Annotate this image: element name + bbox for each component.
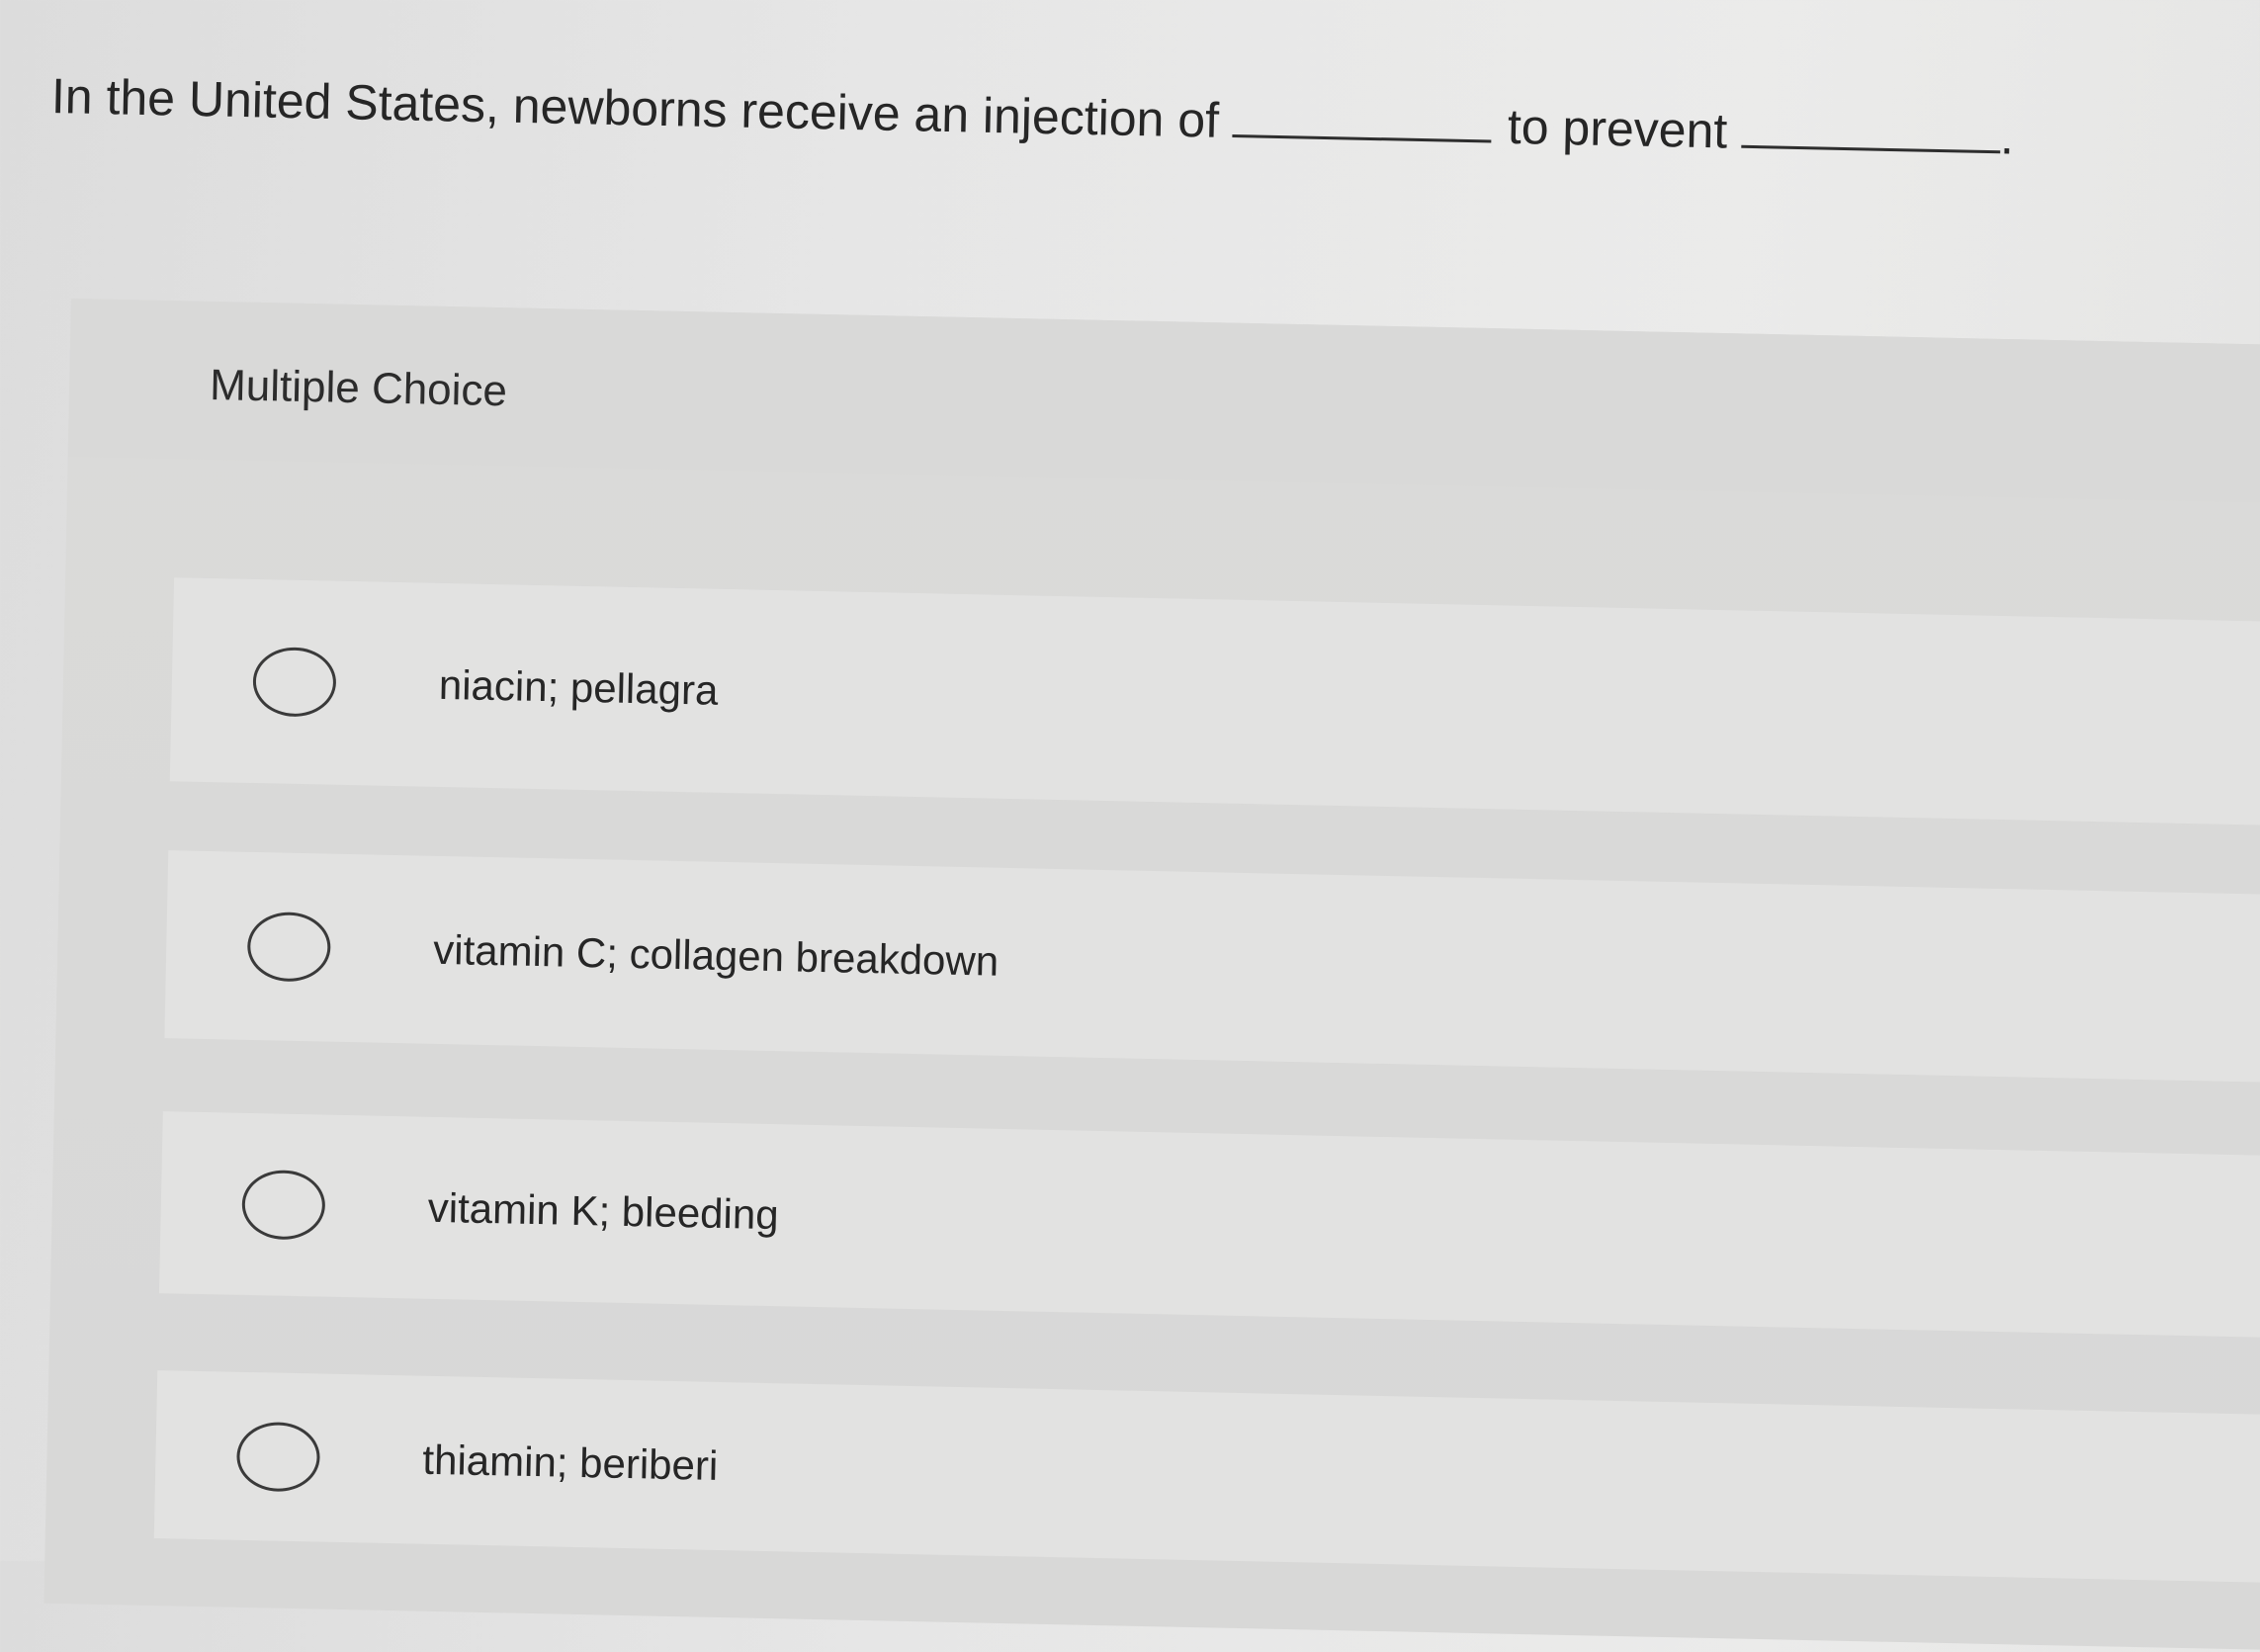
radio-button-icon[interactable] xyxy=(235,1421,321,1493)
radio-button-icon[interactable] xyxy=(252,646,337,718)
answer-option-label: vitamin K; bleeding xyxy=(427,1183,780,1239)
answer-option[interactable]: thiamin; beriberi xyxy=(153,1370,2260,1584)
answer-option[interactable]: niacin; pellagra xyxy=(169,577,2260,826)
panel-header: Multiple Choice xyxy=(67,299,2260,504)
answer-option-label: niacin; pellagra xyxy=(438,660,719,714)
question-text-before: In the United States, newborns receive a… xyxy=(50,68,1220,148)
answer-option[interactable]: vitamin C; collagen breakdown xyxy=(164,850,2260,1084)
question-type-label: Multiple Choice xyxy=(209,360,508,416)
radio-button-icon[interactable] xyxy=(241,1169,326,1241)
answer-blank-2 xyxy=(1740,143,2000,154)
radio-button-icon[interactable] xyxy=(246,911,332,983)
answer-option-label: thiamin; beriberi xyxy=(421,1435,719,1489)
question-text-end: . xyxy=(1999,109,2015,165)
multiple-choice-panel: Multiple Choice niacin; pellagra vitamin… xyxy=(43,299,2260,1652)
answer-option-label: vitamin C; collagen breakdown xyxy=(432,925,1000,985)
answer-blank-1 xyxy=(1232,133,1492,143)
answer-option[interactable]: vitamin K; bleeding xyxy=(158,1111,2260,1339)
question-text-middle: to prevent xyxy=(1507,98,1728,159)
question-text: In the United States, newborns receive a… xyxy=(50,61,2015,172)
answer-options: niacin; pellagra vitamin C; collagen bre… xyxy=(152,577,2260,1652)
